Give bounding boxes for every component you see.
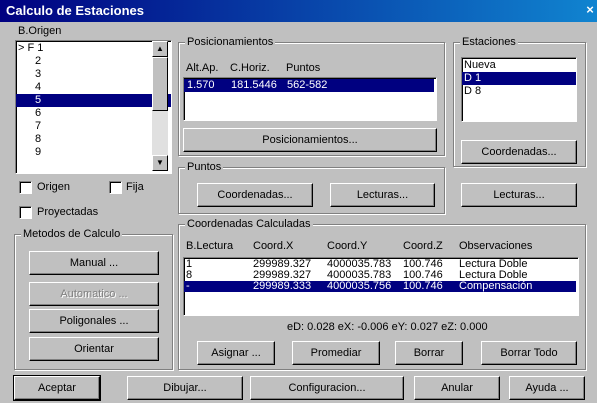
estaciones-title: Estaciones xyxy=(460,35,518,49)
coordenadas-row[interactable]: - 299989.333 4000035.756 100.746 Compensació… xyxy=(184,281,576,292)
scroll-down-icon[interactable]: ▼ xyxy=(152,155,168,171)
b-origen-item[interactable]: 5 xyxy=(16,94,171,107)
borrar-label: Borrar xyxy=(413,347,445,359)
coord-cell-y: 4000035.756 xyxy=(327,280,392,292)
b-origen-item[interactable]: 2 xyxy=(16,55,171,68)
coord-cell-obs: Compensación xyxy=(459,280,533,292)
poligonales-button[interactable]: Poligonales ... xyxy=(29,309,159,333)
b-origen-item[interactable]: 7 xyxy=(16,120,171,133)
posicionamientos-title: Posicionamientos xyxy=(185,35,276,49)
window-title: Calculo de Estaciones xyxy=(6,3,144,18)
aceptar-label: Aceptar xyxy=(38,382,76,394)
close-button[interactable]: × xyxy=(583,2,597,18)
estaciones-item[interactable]: D 1 xyxy=(462,72,576,85)
error-summary: eD: 0.028 eX: -0.006 eY: 0.027 eZ: 0.000 xyxy=(287,321,488,333)
b-origen-item[interactable]: 4 xyxy=(16,81,171,94)
coord-cell-blectura: - xyxy=(186,280,190,292)
b-origen-label: B.Origen xyxy=(18,25,62,37)
poligonales-label: Poligonales ... xyxy=(59,315,129,327)
coord-header-z: Coord.Z xyxy=(403,240,443,252)
pos-header-puntos: Puntos xyxy=(286,62,321,74)
coordenadas-list[interactable]: 1 299989.327 4000035.783 100.746 Lectura Dob… xyxy=(183,257,579,316)
automatico-button: Automatico ... xyxy=(29,282,159,306)
aceptar-button[interactable]: Aceptar xyxy=(13,375,101,401)
posicionamientos-button[interactable]: Posicionamientos... xyxy=(183,128,437,152)
title-bar: Calculo de Estaciones × xyxy=(0,0,597,22)
calculo-estaciones-dialog: Calculo de Estaciones × B.Origen > F 123… xyxy=(0,0,597,403)
coord-header-blectura: B.Lectura xyxy=(186,240,234,252)
puntos-title: Puntos xyxy=(185,160,224,174)
borrar-button[interactable]: Borrar xyxy=(395,341,463,365)
manual-button[interactable]: Manual ... xyxy=(29,251,159,275)
puntos-coordenadas-button[interactable]: Coordenadas... xyxy=(197,183,313,207)
anular-button[interactable]: Anular xyxy=(414,376,500,400)
orientar-label: Orientar xyxy=(74,343,114,355)
pos-cell-choriz: 181.5446 xyxy=(231,79,277,91)
pos-header-altap: Alt.Ap. xyxy=(186,62,219,74)
ayuda-button[interactable]: Ayuda ... xyxy=(509,376,585,400)
posicionamientos-list[interactable]: 1.570 181.5446 562-582 xyxy=(183,77,437,121)
scroll-up-icon[interactable]: ▲ xyxy=(152,41,168,57)
coord-header-obs: Observaciones xyxy=(459,240,533,252)
automatico-label: Automatico ... xyxy=(60,288,128,300)
estaciones-item[interactable]: Nueva xyxy=(462,59,576,72)
asignar-label: Asignar ... xyxy=(211,347,261,359)
posicionamientos-button-label: Posicionamientos... xyxy=(262,134,358,146)
coord-header-y: Coord.Y xyxy=(327,240,368,252)
coord-header-x: Coord.X xyxy=(253,240,294,252)
estaciones-lecturas-button[interactable]: Lecturas... xyxy=(461,183,577,207)
b-origen-list[interactable]: > F 123456789 ▲ ▼ xyxy=(15,40,172,174)
origen-checkbox-label: Origen xyxy=(37,181,71,193)
estaciones-list[interactable]: Nueva D 1D 8 xyxy=(461,57,577,122)
puntos-lecturas-button[interactable]: Lecturas... xyxy=(330,183,435,207)
manual-label: Manual ... xyxy=(69,257,119,269)
scroll-thumb[interactable] xyxy=(152,57,168,111)
dibujar-button[interactable]: Dibujar... xyxy=(127,376,243,400)
estaciones-lecturas-label: Lecturas... xyxy=(493,189,545,201)
fija-checkbox[interactable] xyxy=(109,181,122,194)
orientar-button[interactable]: Orientar xyxy=(29,337,159,361)
puntos-lecturas-label: Lecturas... xyxy=(356,189,409,201)
origen-checkbox[interactable] xyxy=(19,181,32,194)
estaciones-item[interactable]: D 8 xyxy=(462,85,576,98)
dibujar-label: Dibujar... xyxy=(163,382,207,394)
borrar-todo-label: Borrar Todo xyxy=(500,347,558,359)
promediar-label: Promediar xyxy=(310,347,362,359)
estaciones-coordenadas-label: Coordenadas... xyxy=(481,146,557,158)
b-origen-item[interactable]: > F 1 xyxy=(16,42,154,55)
metodos-title: Metodos de Calculo xyxy=(21,227,123,241)
fija-checkbox-label: Fija xyxy=(126,181,144,193)
coord-cell-z: 100.746 xyxy=(403,280,443,292)
b-origen-item[interactable]: 6 xyxy=(16,107,171,120)
coordenadas-title: Coordenadas Calculadas xyxy=(185,217,313,231)
configuracion-button[interactable]: Configuracion... xyxy=(250,376,404,400)
asignar-button[interactable]: Asignar ... xyxy=(197,341,275,365)
proyectadas-checkbox[interactable] xyxy=(19,206,32,219)
ayuda-label: Ayuda ... xyxy=(525,382,569,394)
promediar-button[interactable]: Promediar xyxy=(292,341,380,365)
configuracion-label: Configuracion... xyxy=(288,382,366,394)
b-origen-scrollbar[interactable]: ▲ ▼ xyxy=(152,41,168,171)
pos-row[interactable]: 1.570 181.5446 562-582 xyxy=(184,79,434,92)
b-origen-item[interactable]: 9 xyxy=(16,146,171,159)
b-origen-item[interactable]: 3 xyxy=(16,68,171,81)
anular-label: Anular xyxy=(441,382,473,394)
puntos-coordenadas-label: Coordenadas... xyxy=(217,189,293,201)
borrar-todo-button[interactable]: Borrar Todo xyxy=(481,341,577,365)
coord-cell-x: 299989.333 xyxy=(253,280,312,292)
pos-header-choriz: C.Horiz. xyxy=(230,62,270,74)
b-origen-item[interactable]: 8 xyxy=(16,133,171,146)
pos-cell-puntos: 562-582 xyxy=(287,79,328,91)
pos-cell-altap: 1.570 xyxy=(187,79,215,91)
proyectadas-checkbox-label: Proyectadas xyxy=(37,206,99,218)
estaciones-coordenadas-button[interactable]: Coordenadas... xyxy=(461,140,577,164)
